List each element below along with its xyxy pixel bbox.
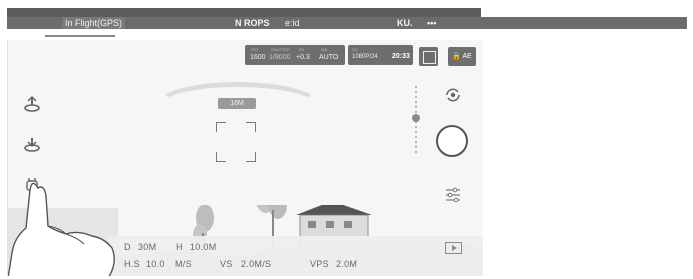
return-home-icon[interactable]: [23, 135, 41, 153]
iso-label: ISO: [251, 47, 258, 52]
ae-lock-button[interactable]: 🔒 AE: [448, 47, 476, 66]
ev-label: EV: [299, 47, 305, 52]
focus-bracket-top-left: [216, 122, 226, 132]
brand-logo: KU.: [397, 18, 413, 28]
playback-icon[interactable]: [445, 242, 462, 254]
status-bar: In Flight(GPS) N ROPS e:id KU. •••: [7, 17, 687, 29]
storage-label: SD: [352, 47, 358, 52]
focus-bracket-top-right: [246, 122, 256, 132]
altitude-badge: 16M: [218, 98, 256, 109]
takeoff-icon[interactable]: [23, 95, 41, 113]
resolution-value: 1080P/24: [352, 54, 378, 60]
recording-info[interactable]: SD 1080P/24 20:33: [348, 45, 413, 65]
camera-view[interactable]: 16M ISO 1600 SHUTTER 1/8000 EV +0.3 WB A…: [7, 40, 483, 276]
iso-value: 1600: [250, 54, 266, 61]
vps-value: 2.0M: [336, 259, 358, 269]
shutter-button[interactable]: [436, 125, 468, 157]
horizontal-speed-unit: M/S: [175, 259, 192, 269]
focus-bracket-bottom-right: [246, 152, 256, 162]
shutter-value: 1/8000: [269, 54, 291, 61]
top-black-bar: [7, 8, 481, 17]
wb-value: AUTO: [319, 54, 339, 61]
status-underline: [45, 35, 115, 37]
telemetry-panel: D 30M H 10.0M H.S 10.0 M/S VS 2.0M/S VPS…: [108, 236, 483, 276]
shutter-label: SHUTTER: [271, 47, 290, 52]
gimbal-slider-knob[interactable]: [412, 114, 420, 122]
vertical-speed-label: VS: [220, 259, 233, 269]
focus-bracket-bottom-left: [216, 152, 226, 162]
ev-value: +0.3: [296, 54, 310, 61]
camera-settings-icon[interactable]: [444, 186, 462, 204]
warning-text: N ROPS: [235, 18, 270, 28]
height-label: H: [176, 242, 183, 252]
more-menu-button[interactable]: •••: [427, 17, 436, 29]
height-value: 10.0M: [190, 242, 217, 252]
horizontal-speed-value: 10.0: [146, 259, 165, 269]
vps-label: VPS: [310, 259, 329, 269]
distance-value: 30M: [138, 242, 157, 252]
hand-illustration: [8, 182, 115, 276]
flight-mode-status[interactable]: In Flight(GPS): [62, 17, 126, 29]
recording-time: 20:33: [392, 53, 410, 60]
camera-parameters[interactable]: ISO 1600 SHUTTER 1/8000 EV +0.3 WB AUTO: [245, 45, 345, 65]
camera-switch-icon[interactable]: [444, 86, 462, 104]
frame-mode-button[interactable]: [419, 47, 438, 66]
ae-label: AE: [462, 53, 472, 60]
wb-label: WB: [321, 47, 328, 52]
vertical-speed-value: 2.0M/S: [241, 259, 272, 269]
signal-status: e:id: [285, 18, 300, 28]
